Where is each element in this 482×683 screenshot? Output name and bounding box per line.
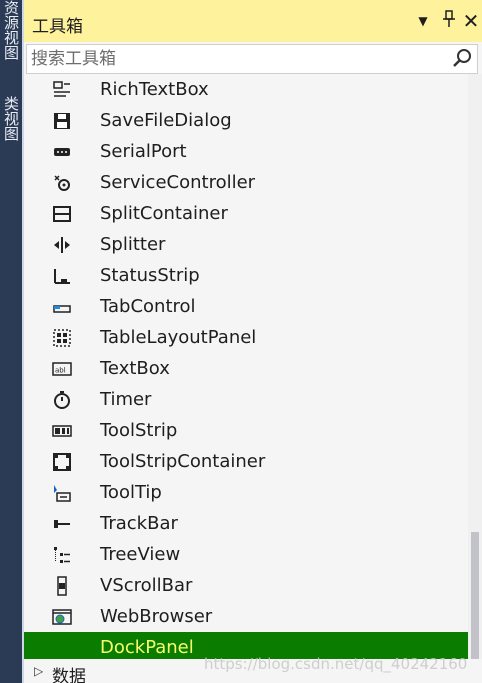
toolbox-item-label: Timer xyxy=(100,389,152,410)
toolbox-item-webbrowser[interactable]: WebBrowser xyxy=(24,601,468,632)
dockpanel-icon xyxy=(54,640,70,656)
toolbox-window: 工具箱 ▼ ✕ RichTextBox SaveFileDialog SerialP… xyxy=(24,0,482,683)
scrollbar-thumb[interactable] xyxy=(471,532,479,659)
savefiledialog-icon xyxy=(54,113,70,129)
category-label: 数据 xyxy=(52,667,86,683)
window-title: 工具箱 xyxy=(32,17,83,37)
tooltip-icon xyxy=(54,485,71,502)
webbrowser-icon xyxy=(52,609,72,625)
vscrollbar-icon xyxy=(57,576,67,596)
toolbox-item-label: TreeView xyxy=(100,544,181,565)
tablelayoutpanel-icon xyxy=(53,329,71,347)
toolbox-item-tabcontrol[interactable]: TabControl xyxy=(24,291,468,322)
servicecontroller-icon xyxy=(54,175,70,191)
search-box xyxy=(26,44,478,74)
watermark: https://blog.csdn.net/qq_40242160 xyxy=(204,655,468,673)
toolbox-item-textbox[interactable]: abl TextBox xyxy=(24,353,468,384)
toolbox-item-toolstrip[interactable]: ToolStrip xyxy=(24,415,468,446)
search-input[interactable] xyxy=(31,48,441,70)
serialport-icon xyxy=(54,148,70,156)
toolbox-item-label: VScrollBar xyxy=(100,575,193,596)
side-tab-strip: 资源视图 类视图 xyxy=(0,0,22,683)
statusstrip-icon xyxy=(54,269,70,284)
textbox-icon: abl xyxy=(52,362,72,376)
toolstripcontainer-icon xyxy=(53,453,71,471)
toolbox-item-label: ToolStripContainer xyxy=(100,451,266,472)
toolbox-item-toolstripcontainer[interactable]: ToolStripContainer xyxy=(24,446,468,477)
toolbox-item-label: SerialPort xyxy=(100,141,187,162)
splitter-icon xyxy=(54,237,70,253)
side-tab-class-view[interactable]: 类视图 xyxy=(2,96,20,166)
window-options-dropdown-icon[interactable]: ▼ xyxy=(412,10,434,32)
tabcontrol-icon xyxy=(53,305,71,313)
timer-icon xyxy=(54,391,70,409)
toolbox-item-trackbar[interactable]: TrackBar xyxy=(24,508,468,539)
splitcontainer-icon xyxy=(53,206,71,222)
toolbox-item-label: DockPanel xyxy=(100,637,194,658)
toolbox-item-tablelayoutpanel[interactable]: TableLayoutPanel xyxy=(24,322,468,353)
toolbox-item-splitter[interactable]: Splitter xyxy=(24,229,468,260)
toolbox-item-tooltip[interactable]: ToolTip xyxy=(24,477,468,508)
toolbox-item-label: TrackBar xyxy=(100,513,178,534)
trackbar-icon xyxy=(54,520,70,528)
toolbox-item-statusstrip[interactable]: StatusStrip xyxy=(24,260,468,291)
toolbox-item-savefiledialog[interactable]: SaveFileDialog xyxy=(24,105,468,136)
toolbox-item-label: SplitContainer xyxy=(100,203,228,224)
pin-icon[interactable] xyxy=(438,10,460,32)
toolbox-item-label: ToolTip xyxy=(100,482,162,503)
toolbox-item-vscrollbar[interactable]: VScrollBar xyxy=(24,570,468,601)
toolbox-item-label: ToolStrip xyxy=(100,420,178,441)
toolbox-titlebar: 工具箱 ▼ ✕ xyxy=(24,0,482,42)
toolbox-item-label: RichTextBox xyxy=(100,79,209,100)
toolbox-item-timer[interactable]: Timer xyxy=(24,384,468,415)
toolbox-item-label: TableLayoutPanel xyxy=(100,327,257,348)
toolbox-item-label: Splitter xyxy=(100,234,166,255)
toolbox-item-label: TabControl xyxy=(100,296,196,317)
toolbox-item-serialport[interactable]: SerialPort xyxy=(24,136,468,167)
toolbox-item-label: SaveFileDialog xyxy=(100,110,232,131)
svg-text:abl: abl xyxy=(55,367,66,375)
toolbox-item-splitcontainer[interactable]: SplitContainer xyxy=(24,198,468,229)
toolbox-item-label: StatusStrip xyxy=(100,265,200,286)
search-icon[interactable] xyxy=(451,48,473,70)
richtextbox-icon xyxy=(53,81,70,97)
toolbox-item-treeview[interactable]: TreeView xyxy=(24,539,468,570)
toolbox-item-richtextbox[interactable]: RichTextBox xyxy=(24,74,468,105)
toolbox-item-label: WebBrowser xyxy=(100,606,213,627)
toolbox-item-label: ServiceController xyxy=(100,172,256,193)
treeview-icon xyxy=(54,547,70,563)
toolbox-list: RichTextBox SaveFileDialog SerialPort Servi… xyxy=(24,74,468,663)
toolstrip-icon xyxy=(52,425,72,437)
expand-arrow-icon[interactable]: ▷ xyxy=(34,664,43,678)
side-tab-resource-view[interactable]: 资源视图 xyxy=(2,0,20,90)
vertical-scrollbar[interactable] xyxy=(468,74,482,659)
close-icon[interactable]: ✕ xyxy=(460,10,482,32)
toolbox-item-servicecontroller[interactable]: ServiceController xyxy=(24,167,468,198)
toolbox-item-label: TextBox xyxy=(100,358,170,379)
